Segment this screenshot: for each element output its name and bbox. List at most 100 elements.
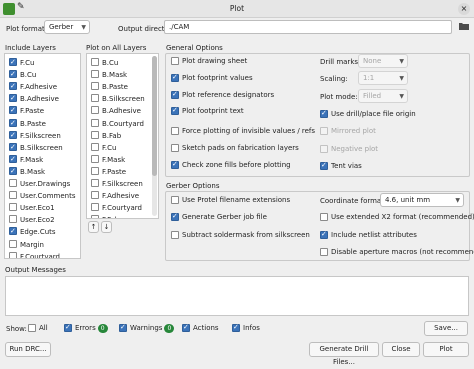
checkbox-box[interactable] (171, 212, 179, 221)
plot-all-layer-item[interactable]: F.Paste (91, 166, 126, 179)
use-drill-origin-checkbox[interactable]: Use drill/place file origin (320, 109, 416, 120)
checkbox-box[interactable] (320, 127, 328, 135)
checkbox-box[interactable] (91, 118, 99, 127)
checkbox-box[interactable] (91, 179, 99, 187)
plot-all-layer-item[interactable]: B.Cu (91, 58, 118, 70)
output-dir-input[interactable]: ./CAM (164, 20, 452, 34)
plot-all-layer-item[interactable]: B.Adhesive (91, 106, 141, 118)
plot-reference-designators-checkbox[interactable]: Plot reference designators (171, 90, 274, 101)
plot-drawing-sheet-checkbox[interactable]: Plot drawing sheet (171, 57, 247, 67)
scrollbar-thumb[interactable] (152, 56, 157, 176)
plot-all-layer-item[interactable]: F.Silkscreen (91, 179, 143, 191)
checkbox-box[interactable] (171, 231, 179, 239)
checkbox-box[interactable] (171, 144, 179, 152)
checkbox-box[interactable] (171, 73, 179, 82)
checkbox-box[interactable] (232, 323, 240, 332)
protel-ext-checkbox[interactable]: Use Protel filename extensions (171, 196, 290, 206)
include-layer-item[interactable]: Edge.Cuts (9, 226, 56, 239)
checkbox-box[interactable] (320, 145, 328, 153)
plot-all-layer-item[interactable]: B.Silkscreen (91, 94, 145, 106)
checkbox-box[interactable] (91, 94, 99, 103)
plot-footprint-text-checkbox[interactable]: Plot footprint text (171, 106, 244, 117)
checkbox-box[interactable] (9, 130, 17, 140)
show-all-checkbox[interactable]: All (28, 324, 48, 334)
folder-browse-button[interactable] (458, 20, 470, 33)
checkbox-box[interactable] (171, 90, 179, 99)
show-warnings-checkbox[interactable]: Warnings0 (119, 323, 175, 334)
checkbox-box[interactable] (171, 57, 179, 65)
plot-button[interactable]: Plot (423, 342, 469, 357)
checkbox-box[interactable] (91, 58, 99, 66)
checkbox-box[interactable] (91, 191, 99, 200)
plot-all-layer-item[interactable]: F.Cu (91, 142, 116, 155)
checkbox-box[interactable] (320, 161, 328, 170)
include-layer-item[interactable]: Margin (9, 239, 44, 252)
checkbox-box[interactable] (182, 323, 190, 332)
checkbox-box[interactable] (119, 323, 127, 332)
move-up-button[interactable]: ↑ (88, 221, 99, 233)
checkbox-box[interactable] (9, 69, 17, 79)
checkbox-box[interactable] (91, 215, 99, 218)
checkbox-box[interactable] (9, 215, 17, 224)
checkbox-box[interactable] (28, 324, 36, 332)
subtract-mask-checkbox[interactable]: Subtract soldermask from silkscreen (171, 231, 310, 241)
checkbox-box[interactable] (171, 127, 179, 135)
plot-all-layer-item[interactable]: B.Courtyard (91, 118, 144, 131)
plot-all-layers-list[interactable]: B.Cu B.Mask B.Paste B.Silkscreen B.Adhesive B… (86, 53, 159, 219)
negative-plot-checkbox[interactable]: Negative plot (320, 145, 378, 155)
sketch-pads-checkbox[interactable]: Sketch pads on fabrication layers (171, 144, 299, 154)
check-zone-fills-checkbox[interactable]: Check zone fills before plotting (171, 160, 291, 171)
drill-marks-select[interactable]: None ▼ (358, 54, 408, 68)
include-layer-item[interactable]: F.Adhesive (9, 81, 57, 94)
plot-all-layer-item[interactable]: B.Mask (91, 70, 127, 82)
checkbox-box[interactable] (320, 109, 328, 118)
checkbox-box[interactable] (91, 130, 99, 139)
checkbox-box[interactable] (9, 203, 17, 212)
tent-vias-checkbox[interactable]: Tent vias (320, 161, 362, 172)
close-window-button[interactable]: × (458, 3, 470, 15)
checkbox-box[interactable] (171, 106, 179, 115)
gen-job-file-checkbox[interactable]: Generate Gerber job file (171, 212, 267, 223)
close-button[interactable]: Close (382, 342, 420, 357)
output-messages-area[interactable] (5, 276, 469, 316)
checkbox-box[interactable] (9, 118, 17, 128)
checkbox-box[interactable] (91, 203, 99, 212)
checkbox-box[interactable] (91, 106, 99, 115)
checkbox-box[interactable] (91, 154, 99, 163)
checkbox-box[interactable] (9, 142, 17, 152)
scaling-select[interactable]: 1:1 ▼ (358, 71, 408, 85)
include-layer-item[interactable]: B.Silkscreen (9, 142, 63, 155)
show-actions-checkbox[interactable]: Actions (182, 323, 219, 334)
save-button[interactable]: Save... (424, 321, 468, 336)
checkbox-box[interactable] (9, 239, 17, 248)
plot-all-layer-item[interactable]: B.Paste (91, 82, 128, 94)
include-layer-item[interactable]: B.Adhesive (9, 93, 59, 106)
checkbox-box[interactable] (9, 226, 17, 236)
plot-all-scrollbar[interactable] (152, 56, 157, 216)
checkbox-box[interactable] (9, 93, 17, 103)
checkbox-box[interactable] (9, 191, 17, 200)
include-layers-list[interactable]: F.Cu B.Cu F.Adhesive B.Adhesive F.Paste B.Pas… (4, 53, 81, 259)
plot-all-layer-item[interactable]: F.Fab (91, 215, 119, 218)
checkbox-box[interactable] (91, 82, 99, 91)
plot-footprint-values-checkbox[interactable]: Plot footprint values (171, 73, 253, 84)
include-layer-item[interactable]: User.Eco1 (9, 203, 55, 215)
generate-drill-button[interactable]: Generate Drill Files... (309, 342, 379, 366)
checkbox-box[interactable] (9, 57, 17, 67)
plot-format-select[interactable]: Gerber ▼ (44, 20, 90, 34)
checkbox-box[interactable] (9, 105, 17, 115)
mirrored-plot-checkbox[interactable]: Mirrored plot (320, 127, 376, 137)
checkbox-box[interactable] (91, 142, 99, 151)
checkbox-box[interactable] (9, 154, 17, 164)
plot-mode-select[interactable]: Filled ▼ (358, 89, 408, 103)
plot-all-layer-item[interactable]: F.Courtyard (91, 203, 142, 215)
checkbox-box[interactable] (91, 166, 99, 175)
run-drc-button[interactable]: Run DRC... (5, 342, 51, 357)
force-invisible-checkbox[interactable]: Force plotting of invisible values / ref… (171, 127, 315, 137)
x2-format-checkbox[interactable]: Use extended X2 format (recommended) (320, 213, 474, 223)
include-layer-item[interactable]: User.Comments (9, 191, 75, 203)
coord-format-select[interactable]: 4.6, unit mm ▼ (380, 193, 464, 207)
include-layer-item[interactable]: B.Mask (9, 166, 45, 179)
checkbox-box[interactable] (9, 179, 17, 187)
move-down-button[interactable]: ↓ (101, 221, 112, 233)
